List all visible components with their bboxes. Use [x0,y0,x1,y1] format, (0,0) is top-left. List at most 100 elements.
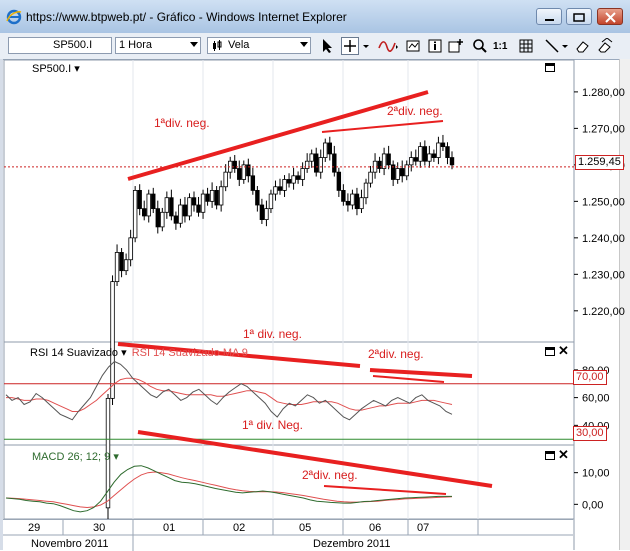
candle [273,186,278,195]
candle [132,190,138,239]
candle [359,197,364,210]
candle [264,208,269,220]
rsi-panel-title[interactable]: RSI 14 Suavizado ▾ RSI 14 Suavizado MA 9 [30,346,248,359]
macd-title-text: MACD 26; 12; 9 [32,451,111,463]
price-axis: 1.280,001.270,001.260,001.250,001.240,00… [574,87,625,318]
macd-axis: 10,00 0,00 [574,468,610,511]
rsi-div1-annotation: 1ª div. neg. [243,327,302,341]
candle [119,252,124,272]
candle [205,193,210,202]
candle [409,157,414,166]
candle [314,153,319,173]
day-label: 29 [28,522,41,534]
price-panel-symbol: SP500.I [32,63,72,75]
candle [200,193,206,213]
macd-div2-annotation: 2ªdiv. neg. [302,468,358,482]
candle [182,204,188,217]
candle [350,193,355,206]
month-label: Novembro 2011 [31,538,109,550]
candle [255,190,260,206]
last-price-tag: 1.259,45 [575,155,624,170]
candle [400,168,405,177]
candle [155,208,160,228]
candle [386,153,391,166]
candle [277,186,283,191]
candle [196,204,201,213]
candle [137,190,142,210]
candle [445,146,450,158]
macd-tick-label: 0,00 [582,499,603,511]
rsi-tick-label: 60,00 [582,393,610,405]
candle [282,179,287,191]
candle [164,197,170,213]
candle [336,171,342,191]
candle [327,142,332,155]
macd-panel-close-icon[interactable]: ✕ [558,448,569,461]
macd-panel-maximize-button[interactable] [545,451,555,460]
candle [286,179,292,184]
candle [318,157,323,173]
macd-panel-title[interactable]: MACD 26; 12; 9 ▾ [32,450,119,463]
day-label: 07 [417,522,430,534]
candle [363,182,369,199]
candle [413,157,418,162]
month-label: Dezembro 2011 [313,538,391,550]
candle [381,153,387,169]
candle [123,259,129,272]
macd-div1-annotation: 1ª div. Neg. [242,418,303,432]
candle [427,153,432,162]
candle [323,142,328,158]
rsi-panel-close-icon[interactable]: ✕ [558,344,569,357]
candle [237,168,242,180]
candle [377,160,382,169]
candle [232,160,237,169]
rsi-upper-tag: 70,00 [573,370,607,385]
price-panel-frame [3,59,575,343]
candle [169,197,174,217]
candle [341,190,346,202]
candle [173,215,179,224]
candle [114,252,120,283]
rsi-title-text: RSI 14 Suavizado [30,347,119,359]
candle [300,168,305,180]
rsi-lower-tag: 30,00 [573,426,607,441]
candle [110,281,115,399]
candle [368,171,373,184]
price-panel-maximize-button[interactable] [545,63,555,72]
rsi-panel-maximize-button[interactable] [545,347,555,356]
price-tick-label: 1.280,00 [582,87,625,99]
candle [250,175,256,191]
price-tick-label: 1.220,00 [582,306,625,318]
candle [160,211,165,228]
candle [418,146,423,162]
candle [142,208,147,217]
candle [259,204,265,220]
price-panel-title[interactable]: SP500.I ▾ [32,62,80,75]
candle [309,153,314,162]
candle [291,175,296,184]
candle [422,146,428,162]
candle [354,193,360,210]
rsi-ma-title: RSI 14 Suavizado MA 9 [131,347,248,359]
candle [268,193,274,210]
candle [295,175,301,180]
candle [187,197,192,217]
price-div2-annotation: 2ªdiv. neg. [387,104,443,118]
candle [214,190,219,206]
candle [146,193,151,217]
rsi-div2-annotation: 2ªdiv. neg. [368,347,424,361]
price-tick-label: 1.250,00 [582,196,625,208]
candle [345,200,351,206]
day-label: 01 [163,522,176,534]
candle [304,160,310,169]
candle [209,190,215,202]
day-label: 02 [233,522,246,534]
candle [332,153,337,173]
candle [436,142,441,158]
day-label: 30 [93,522,106,534]
candle [431,153,437,158]
candle [218,186,224,206]
price-tick-label: 1.270,00 [582,123,625,135]
macd-tick-label: 10,00 [582,468,610,480]
time-axis: 29 30 01 02 05 06 07 Novembro 2011 Dezem… [3,519,573,551]
